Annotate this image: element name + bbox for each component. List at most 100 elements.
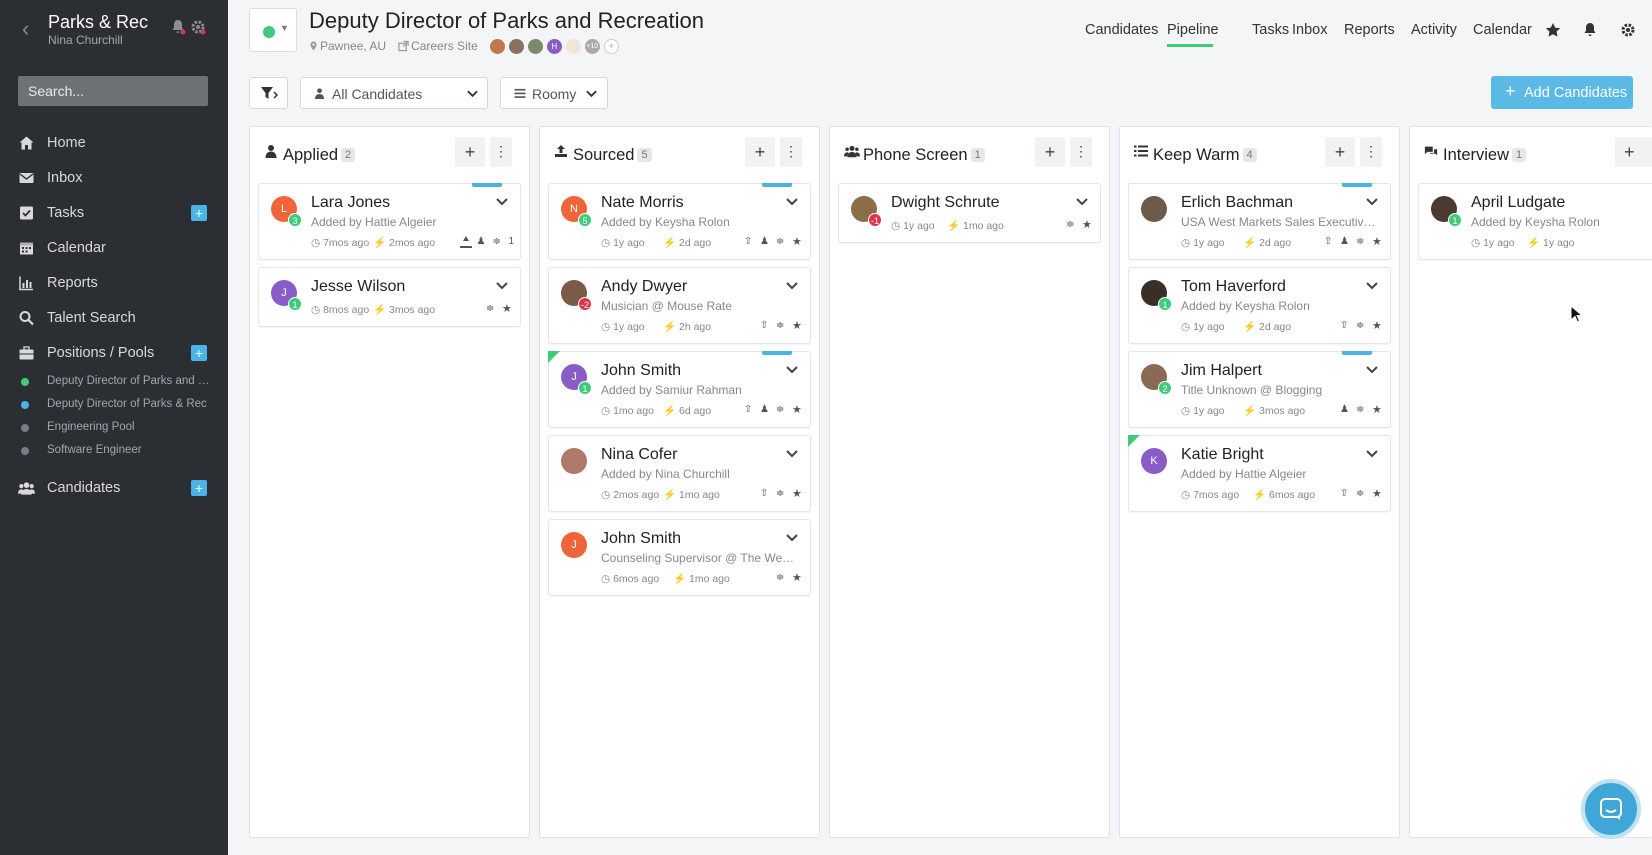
chevron-down-icon[interactable] [786,281,798,291]
back-chevron-icon[interactable]: ‹ [22,16,29,42]
candidate-card[interactable]: -1 Dwight Schrute ◷ 1y ago ⚡ 1mo ago ≑ ★ [838,183,1101,243]
rss-icon[interactable]: ≑ [492,236,504,248]
position-item[interactable]: Software Engineer [0,441,228,461]
candidate-name[interactable]: April Ludgate [1471,194,1565,212]
position-item[interactable]: Engineering Pool [0,418,228,438]
star-icon[interactable]: ★ [792,236,804,248]
nav-item-inbox[interactable]: Inbox [0,163,228,193]
rss-icon[interactable]: ≑ [776,572,788,584]
upload-icon[interactable]: ⇧ [1324,236,1336,248]
candidate-name[interactable]: Erlich Bachman [1181,194,1293,212]
chevron-down-icon[interactable] [1366,281,1378,291]
upload-icon[interactable]: ⇧ [760,320,772,332]
rss-icon[interactable]: ≑ [1356,320,1368,332]
chevron-down-icon[interactable] [496,197,508,207]
add-to-stage-button[interactable]: + [1615,137,1652,167]
stage-menu-button[interactable]: ⋮ [1360,137,1382,167]
candidate-name[interactable]: Lara Jones [311,194,390,212]
candidate-name[interactable]: Jim Halpert [1181,362,1262,380]
stage-menu-button[interactable]: ⋮ [490,137,512,167]
star-icon[interactable]: ★ [792,404,804,416]
upload-icon[interactable]: ⇧ [744,404,756,416]
candidate-card[interactable]: L 3 Lara Jones Added by Hattie Algeier ◷… [258,183,521,260]
upload-icon[interactable]: ⇧ [744,236,756,248]
nav-item-home[interactable]: Home [0,128,228,158]
filter-toggle-button[interactable] [249,77,288,109]
candidate-name[interactable]: Andy Dwyer [601,278,687,296]
candidate-card[interactable]: 1 April Ludgate Added by Keysha Rolon ◷ … [1418,183,1652,260]
nav-item-positions[interactable]: Positions / Pools + [0,338,228,368]
team-avatar[interactable]: H [546,38,562,54]
team-avatar[interactable] [527,38,543,54]
chevron-down-icon[interactable] [1366,197,1378,207]
chevron-down-icon[interactable] [1366,449,1378,459]
add-user-icon[interactable]: ♟ [760,404,772,416]
candidate-card[interactable]: K Katie Bright Added by Hattie Algeier ◷… [1128,435,1391,512]
candidate-card[interactable]: 2 Jim Halpert Title Unknown @ Blogging ◷… [1128,351,1391,428]
star-icon[interactable]: ★ [792,572,804,584]
stage-menu-button[interactable]: ⋮ [780,137,802,167]
star-icon[interactable]: ★ [792,488,804,500]
sidebar-search-input[interactable] [18,76,208,106]
tab-tasks[interactable]: Tasks [1252,22,1289,38]
chevron-down-icon[interactable] [786,533,798,543]
notification-bell-icon[interactable] [170,19,186,35]
star-icon[interactable]: ★ [502,303,514,315]
add-position-button[interactable]: + [191,345,207,361]
star-icon[interactable] [1545,22,1561,38]
position-item[interactable]: Deputy Director of Parks & Rec [0,395,228,415]
add-task-button[interactable]: + [191,205,207,221]
tab-reports[interactable]: Reports [1344,22,1395,38]
candidate-card[interactable]: 1 Tom Haverford Added by Keysha Rolon ◷ … [1128,267,1391,344]
candidate-card[interactable]: J 1 Jesse Wilson ◷ 8mos ago ⚡ 3mos ago ≑ … [258,267,521,327]
position-status-dropdown[interactable]: ▼ [249,8,297,52]
candidate-name[interactable]: Nate Morris [601,194,684,212]
nav-item-reports[interactable]: Reports [0,268,228,298]
add-to-stage-button[interactable]: + [455,137,485,167]
add-user-icon[interactable]: ♟ [760,236,772,248]
candidate-name[interactable]: Nina Cofer [601,446,677,464]
upload-icon[interactable]: ⇧ [760,488,772,500]
team-avatar[interactable] [489,38,505,54]
star-icon[interactable]: ★ [1082,219,1094,231]
careers-site-link[interactable]: Careers Site [411,39,478,53]
settings-gear-icon[interactable] [190,19,206,35]
add-user-icon[interactable]: ♟ [1340,404,1352,416]
candidate-card[interactable]: Erlich Bachman USA West Markets Sales Ex… [1128,183,1391,260]
chevron-down-icon[interactable] [1076,197,1088,207]
add-to-stage-button[interactable]: + [1325,137,1355,167]
candidate-card[interactable]: J John Smith Counseling Supervisor @ The… [548,519,811,596]
chevron-down-icon[interactable] [786,197,798,207]
chevron-down-icon[interactable] [496,281,508,291]
star-icon[interactable]: ★ [1372,404,1384,416]
rss-icon[interactable]: ≑ [776,488,788,500]
star-icon[interactable]: ★ [1372,320,1384,332]
nav-item-candidates[interactable]: Candidates + [0,473,228,503]
add-user-icon[interactable]: ♟ [1340,236,1352,248]
rss-icon[interactable]: ≑ [776,404,788,416]
tab-candidates[interactable]: Candidates [1085,22,1158,38]
team-avatar[interactable] [565,38,581,54]
rss-icon[interactable]: ≑ [486,303,498,315]
candidate-card[interactable]: N 5 Nate Morris Added by Keysha Rolon ◷ … [548,183,811,260]
tab-activity[interactable]: Activity [1411,22,1457,38]
add-user-icon[interactable]: ♟ [476,236,488,248]
add-to-stage-button[interactable]: + [745,137,775,167]
rss-icon[interactable]: ≑ [1356,488,1368,500]
team-more-count[interactable]: +10 [584,38,600,54]
star-icon[interactable]: ★ [1372,236,1384,248]
rss-icon[interactable]: ≑ [776,320,788,332]
candidate-filter-select[interactable]: All Candidates [300,77,488,109]
star-icon[interactable]: ★ [792,320,804,332]
add-team-member-button[interactable]: + [603,38,619,54]
nav-item-talent-search[interactable]: Talent Search [0,303,228,333]
candidate-name[interactable]: John Smith [601,530,681,548]
chevron-down-icon[interactable] [786,449,798,459]
add-candidates-button[interactable]: + Add Candidates [1491,76,1633,109]
tab-calendar[interactable]: Calendar [1473,22,1532,38]
chevron-down-icon[interactable] [1366,365,1378,375]
rss-icon[interactable]: ≑ [1356,404,1368,416]
rss-icon[interactable]: ≑ [776,236,788,248]
chat-launcher-button[interactable] [1581,779,1641,839]
upload-icon[interactable] [460,236,473,248]
